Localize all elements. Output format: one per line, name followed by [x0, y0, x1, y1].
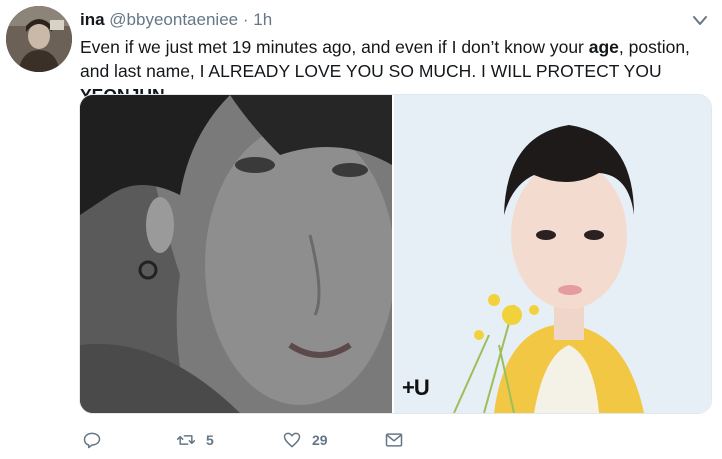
avatar[interactable] [6, 6, 72, 72]
like-button[interactable]: 29 [282, 428, 328, 452]
separator-dot: · [242, 10, 249, 29]
author-name[interactable]: ina [80, 10, 105, 29]
tweet-actions: 5 29 [80, 428, 480, 452]
like-count: 29 [312, 432, 328, 448]
tweet-text-part-1: Even if we just met 19 minutes ago, and … [80, 37, 589, 57]
photo-right-image [394, 95, 711, 413]
reply-icon [83, 432, 101, 449]
author-handle[interactable]: @bbyeontaeniee [109, 10, 238, 29]
reply-button[interactable] [82, 428, 102, 452]
photo-left-image [80, 95, 392, 413]
retweet-button[interactable]: 5 [176, 428, 214, 452]
chevron-down-icon[interactable] [690, 13, 710, 29]
heart-icon [283, 432, 301, 448]
tweet-header: ina @bbyeontaeniee · 1h [80, 9, 712, 31]
retweet-icon [176, 435, 196, 445]
direct-message-button[interactable] [384, 428, 404, 452]
logo-plus-u: +U [402, 375, 430, 400]
mail-icon [385, 433, 403, 447]
photo-left[interactable] [80, 95, 392, 413]
tweet-media[interactable]: +U [79, 94, 712, 414]
retweet-count: 5 [206, 432, 214, 448]
tweet-time[interactable]: 1h [253, 10, 272, 29]
tweet-text-bold-age: age [588, 37, 619, 57]
photo-right[interactable]: +U [394, 95, 711, 413]
avatar-image [6, 6, 72, 72]
